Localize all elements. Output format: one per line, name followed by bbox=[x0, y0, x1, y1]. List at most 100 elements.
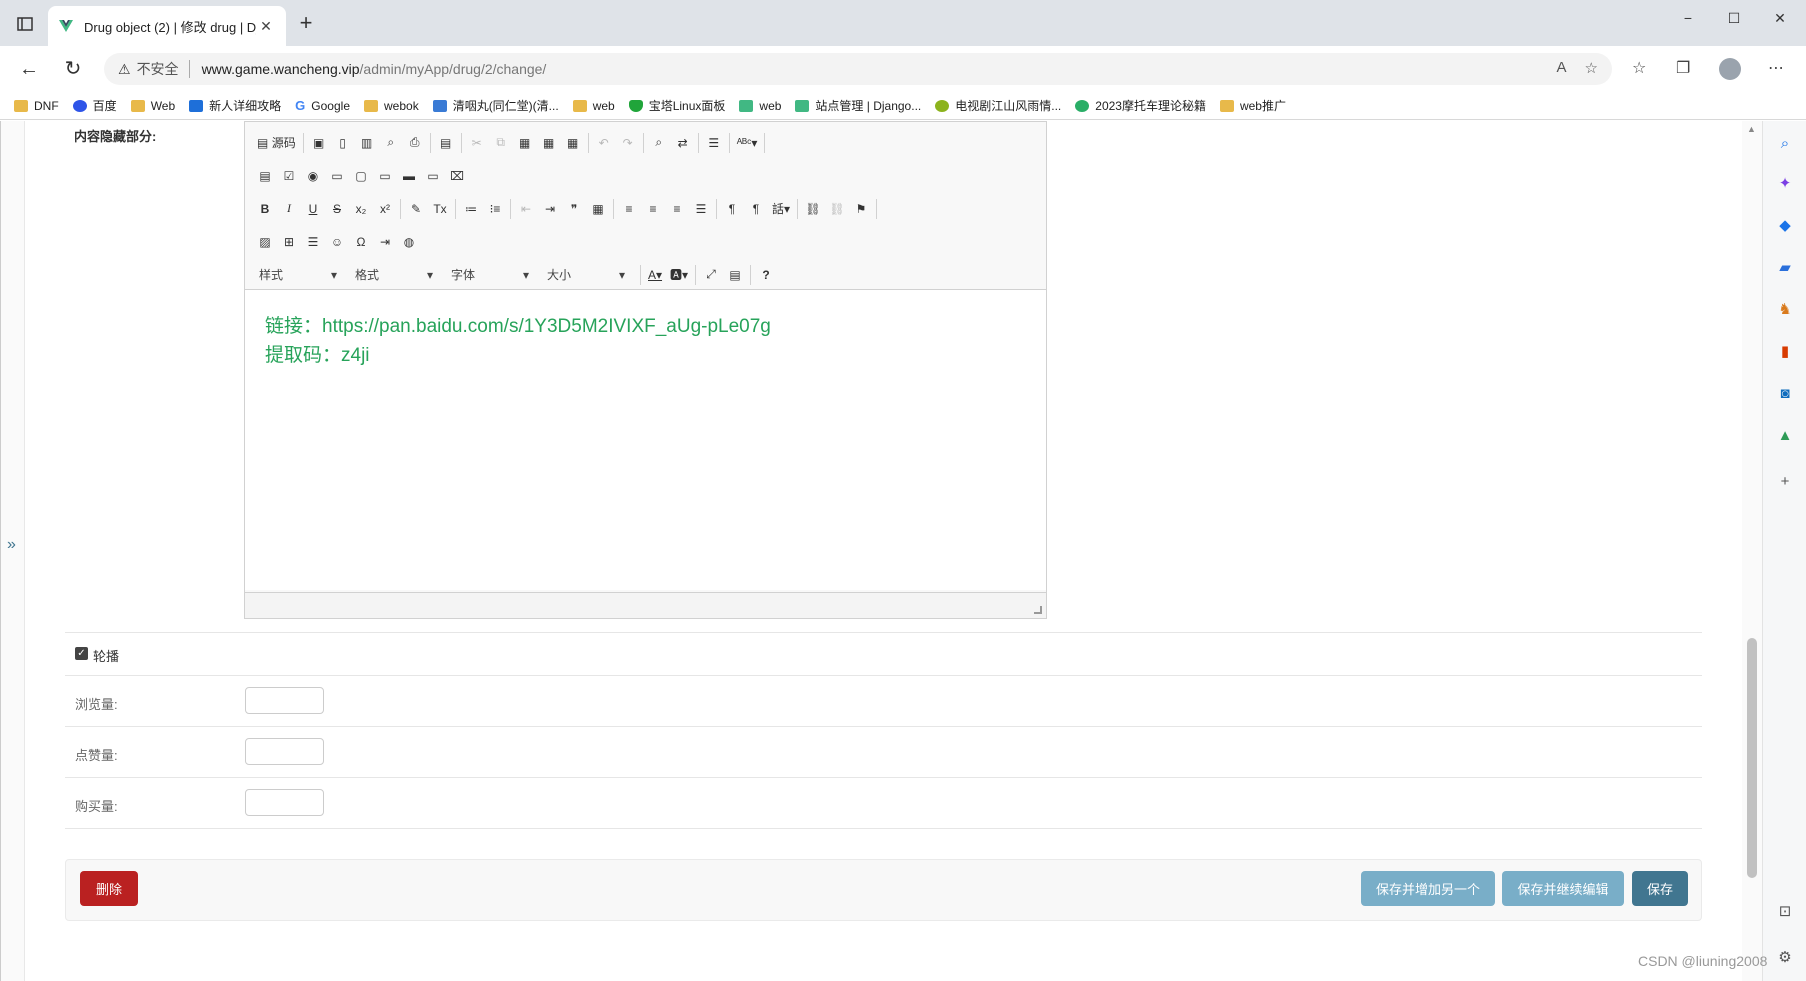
more-menu-icon[interactable]: ⋯ bbox=[1768, 58, 1784, 78]
bookmark-item[interactable]: Web bbox=[130, 99, 175, 113]
image-button-icon[interactable]: ▭ bbox=[421, 165, 445, 187]
save-button[interactable]: 保存 bbox=[1632, 871, 1688, 906]
link-icon[interactable]: ⛓ bbox=[801, 198, 825, 220]
search-icon[interactable]: ⌕ bbox=[1775, 133, 1795, 153]
games-icon[interactable]: ♞ bbox=[1775, 299, 1795, 319]
table-icon[interactable]: ⊞ bbox=[277, 231, 301, 253]
language-icon[interactable]: 話▾ bbox=[768, 198, 794, 220]
outdent-icon[interactable]: ⇤ bbox=[514, 198, 538, 220]
superscript-icon[interactable]: x² bbox=[373, 198, 397, 220]
bookmark-item[interactable]: web bbox=[739, 99, 781, 113]
active-tab[interactable]: Drug object (2) | 修改 drug | Dja ✕ bbox=[48, 6, 286, 46]
align-right-icon[interactable]: ≡ bbox=[665, 198, 689, 220]
smiley-icon[interactable]: ☺ bbox=[325, 231, 349, 253]
select-all-icon[interactable]: ☰ bbox=[702, 132, 726, 154]
tab-actions-button[interactable] bbox=[10, 10, 40, 38]
special-char-icon[interactable]: Ω bbox=[349, 231, 373, 253]
copy-icon[interactable]: ⧉ bbox=[489, 132, 513, 154]
copilot-icon[interactable]: ✦ bbox=[1775, 173, 1795, 193]
maximize-icon[interactable]: ⤢ bbox=[699, 264, 723, 286]
bg-color-icon[interactable]: 🅰▾ bbox=[666, 264, 692, 286]
styles-combo[interactable]: 样式 ▾ bbox=[253, 264, 343, 286]
tab-close-icon[interactable]: ✕ bbox=[256, 18, 276, 35]
favorite-star-icon[interactable]: ☆ bbox=[1585, 59, 1598, 77]
templates-icon[interactable]: ▤ bbox=[434, 132, 458, 154]
paste-word-icon[interactable]: ▦ bbox=[561, 132, 585, 154]
new-page-icon[interactable]: ▯ bbox=[331, 132, 355, 154]
favorites-icon[interactable]: ☆ bbox=[1632, 58, 1646, 78]
bookmark-item[interactable]: 电视剧江山风雨情... bbox=[935, 97, 1061, 114]
show-blocks-icon[interactable]: ▤ bbox=[723, 264, 747, 286]
paste-icon[interactable]: ▦ bbox=[513, 132, 537, 154]
textarea-icon[interactable]: ▢ bbox=[349, 165, 373, 187]
bold-icon[interactable]: B bbox=[253, 198, 277, 220]
preview-icon[interactable]: ⌕ bbox=[379, 132, 403, 154]
align-center-icon[interactable]: ≡ bbox=[641, 198, 665, 220]
shopping-tag-icon[interactable]: ◆ bbox=[1775, 215, 1795, 235]
resize-handle-icon[interactable] bbox=[1034, 606, 1042, 614]
back-icon[interactable]: ← bbox=[14, 56, 44, 82]
bookmark-item[interactable]: 清咽丸(同仁堂)(清... bbox=[432, 97, 559, 114]
blockquote-icon[interactable]: ❞ bbox=[562, 198, 586, 220]
save-and-continue-button[interactable]: 保存并继续编辑 bbox=[1502, 871, 1624, 906]
minimize-button[interactable]: − bbox=[1665, 10, 1711, 34]
editor-content[interactable]: 链接：https://pan.baidu.com/s/1Y3D5M2IVIXF_… bbox=[245, 290, 1046, 590]
bulleted-list-icon[interactable]: ⁝≡ bbox=[483, 198, 507, 220]
format-combo[interactable]: 格式 ▾ bbox=[349, 264, 439, 286]
bookmark-item[interactable]: webok bbox=[364, 99, 419, 113]
cut-icon[interactable]: ✂ bbox=[465, 132, 489, 154]
office-icon[interactable]: ▮ bbox=[1775, 341, 1795, 361]
text-color-icon[interactable]: A▾ bbox=[644, 264, 666, 286]
justify-icon[interactable]: ☰ bbox=[689, 198, 713, 220]
align-left-icon[interactable]: ≡ bbox=[617, 198, 641, 220]
spellcheck-icon[interactable]: ᴬᴮᶜ▾ bbox=[733, 132, 762, 154]
iframe-icon[interactable]: ◍ bbox=[397, 231, 421, 253]
bookmark-item[interactable]: 宝塔Linux面板 bbox=[628, 97, 725, 114]
expand-sidebar-icon[interactable]: » bbox=[7, 536, 16, 554]
image-icon[interactable]: ▨ bbox=[253, 231, 277, 253]
print-icon[interactable]: ⎙ bbox=[403, 132, 427, 154]
save-and-add-button[interactable]: 保存并增加另一个 bbox=[1361, 871, 1495, 906]
numbered-list-icon[interactable]: ≔ bbox=[459, 198, 483, 220]
pdf-icon[interactable]: ▥ bbox=[355, 132, 379, 154]
paste-text-icon[interactable]: ▦ bbox=[537, 132, 561, 154]
anchor-flag-icon[interactable]: ⚑ bbox=[849, 198, 873, 220]
italic-icon[interactable]: I bbox=[277, 198, 301, 220]
bookmark-item[interactable]: G Google bbox=[295, 98, 350, 113]
underline-icon[interactable]: U bbox=[301, 198, 325, 220]
undo-icon[interactable]: ↶ bbox=[592, 132, 616, 154]
sidebar-toggle-icon[interactable]: ⊡ bbox=[1775, 901, 1795, 921]
bookmark-item[interactable]: 2023摩托车理论秘籍 bbox=[1075, 97, 1206, 114]
div-icon[interactable]: ▦ bbox=[586, 198, 610, 220]
close-window-button[interactable]: ✕ bbox=[1757, 10, 1803, 34]
redo-icon[interactable]: ↷ bbox=[616, 132, 640, 154]
find-icon[interactable]: ⌕ bbox=[647, 132, 671, 154]
buys-input[interactable] bbox=[245, 789, 324, 816]
collections-icon[interactable]: ❐ bbox=[1676, 58, 1690, 78]
address-bar[interactable]: ⚠ 不安全 www.game.wancheng.vip /admin/myApp… bbox=[104, 53, 1612, 85]
drop-icon[interactable]: ▲ bbox=[1775, 425, 1795, 445]
save-icon[interactable]: ▣ bbox=[307, 132, 331, 154]
unlink-icon[interactable]: ⛓ bbox=[825, 198, 849, 220]
page-break-icon[interactable]: ⇥ bbox=[373, 231, 397, 253]
profile-avatar[interactable] bbox=[1719, 58, 1741, 80]
read-aloud-icon[interactable]: A bbox=[1557, 59, 1567, 77]
refresh-icon[interactable]: ↻ bbox=[58, 56, 88, 82]
strike-icon[interactable]: S bbox=[325, 198, 349, 220]
page-scrollbar[interactable]: ▲ bbox=[1742, 121, 1762, 981]
scrollbar-thumb[interactable] bbox=[1747, 638, 1757, 878]
bookmark-item[interactable]: web推广 bbox=[1219, 97, 1286, 114]
hidden-field-icon[interactable]: ⌧ bbox=[445, 165, 469, 187]
likes-input[interactable] bbox=[245, 738, 324, 765]
bookmark-item[interactable]: 站点管理 | Django... bbox=[795, 97, 921, 114]
form-icon[interactable]: ▤ bbox=[253, 165, 277, 187]
add-icon[interactable]: + bbox=[1775, 471, 1795, 491]
bookmark-item[interactable]: 新人详细攻略 bbox=[189, 97, 281, 114]
select-icon[interactable]: ▭ bbox=[373, 165, 397, 187]
indent-icon[interactable]: ⇥ bbox=[538, 198, 562, 220]
rtl-icon[interactable]: ¶ bbox=[744, 198, 768, 220]
copy-format-icon[interactable]: ✎ bbox=[404, 198, 428, 220]
radio-icon[interactable]: ◉ bbox=[301, 165, 325, 187]
ltr-icon[interactable]: ¶ bbox=[720, 198, 744, 220]
source-button[interactable]: ▤ 源码 bbox=[253, 132, 300, 154]
